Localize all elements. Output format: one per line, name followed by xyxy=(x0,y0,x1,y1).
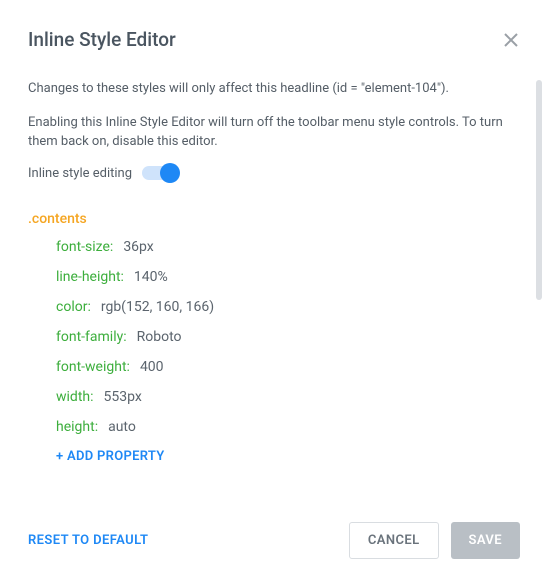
property-row[interactable]: font-family Roboto xyxy=(56,329,520,345)
inline-style-toggle-row: Inline style editing xyxy=(28,166,520,181)
property-name: width xyxy=(56,389,94,405)
property-value: auto xyxy=(108,419,136,435)
description-2: Enabling this Inline Style Editor will t… xyxy=(28,113,520,152)
property-row[interactable]: line-height 140% xyxy=(56,269,520,285)
close-button[interactable] xyxy=(502,31,520,49)
add-property-button[interactable]: + ADD PROPERTY xyxy=(56,449,520,464)
property-value: 36px xyxy=(123,239,153,255)
property-list: font-size 36px line-height 140% color rg… xyxy=(28,239,520,464)
property-row[interactable]: color rgb(152, 160, 166) xyxy=(56,299,520,315)
reset-to-default-button[interactable]: RESET TO DEFAULT xyxy=(28,533,148,548)
property-name: font-family xyxy=(56,329,127,345)
dialog-header: Inline Style Editor xyxy=(28,28,520,51)
property-name: font-weight xyxy=(56,359,130,375)
scrollbar[interactable] xyxy=(536,80,542,300)
css-selector[interactable]: .contents xyxy=(28,211,520,227)
property-name: font-size xyxy=(56,239,113,255)
dialog-body: Changes to these styles will only affect… xyxy=(28,79,520,464)
property-value: Roboto xyxy=(137,329,182,345)
inline-style-toggle[interactable] xyxy=(142,166,178,180)
property-row[interactable]: font-weight 400 xyxy=(56,359,520,375)
property-name: color xyxy=(56,299,91,315)
property-value: rgb(152, 160, 166) xyxy=(101,299,214,315)
toggle-knob xyxy=(160,163,180,183)
property-row[interactable]: height auto xyxy=(56,419,520,435)
property-value: 140% xyxy=(134,269,168,285)
dialog-footer: RESET TO DEFAULT CANCEL SAVE xyxy=(28,522,520,559)
inline-style-toggle-label: Inline style editing xyxy=(28,166,132,181)
button-group: CANCEL SAVE xyxy=(349,522,520,559)
property-name: line-height xyxy=(56,269,124,285)
property-value: 553px xyxy=(104,389,142,405)
property-name: height xyxy=(56,419,98,435)
dialog-title: Inline Style Editor xyxy=(28,28,176,51)
property-row[interactable]: font-size 36px xyxy=(56,239,520,255)
close-icon xyxy=(504,33,518,47)
property-value: 400 xyxy=(140,359,164,375)
cancel-button[interactable]: CANCEL xyxy=(349,522,439,559)
description-1: Changes to these styles will only affect… xyxy=(28,79,520,99)
save-button[interactable]: SAVE xyxy=(451,522,520,559)
property-row[interactable]: width 553px xyxy=(56,389,520,405)
